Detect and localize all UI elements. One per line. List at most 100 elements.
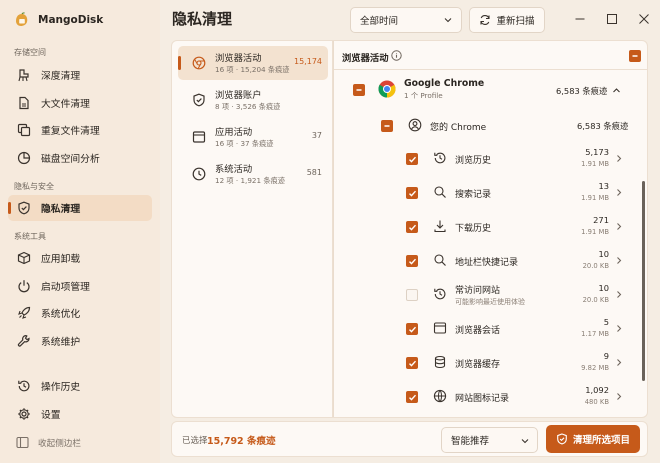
chevron-right-icon[interactable] — [615, 188, 623, 197]
category-panel: 浏览器活动 16 项 · 15,204 条痕迹 15,174 浏览器账户 8 项… — [171, 40, 333, 418]
category-name: 浏览器账户 — [215, 90, 262, 101]
chevron-right-icon[interactable] — [615, 324, 623, 333]
sidebar-item-startup[interactable]: 启动项管理 — [8, 273, 152, 299]
list-item[interactable]: 浏览历史 5,173 1.91 MB — [334, 145, 639, 173]
window-icon — [192, 131, 206, 143]
category-name: 浏览器活动 — [215, 53, 262, 64]
list-item[interactable]: 浏览器会话 5 1.17 MB — [334, 315, 639, 343]
chevron-right-icon[interactable] — [615, 358, 623, 367]
item-name: 网站图标记录 — [455, 394, 510, 404]
window-icon — [433, 322, 447, 334]
item-size: 9.82 MB — [581, 364, 609, 372]
check-icon — [408, 326, 416, 333]
sidebar-item-duplicates[interactable]: 重复文件清理 — [8, 117, 152, 143]
browser-checkbox[interactable] — [353, 84, 365, 96]
database-icon — [434, 355, 446, 369]
item-checkbox[interactable] — [406, 221, 418, 233]
chevron-right-icon[interactable] — [615, 222, 623, 231]
browser-icon — [192, 56, 206, 70]
time-filter-select[interactable]: 全部时间 — [350, 7, 462, 33]
list-item[interactable]: 浏览器缓存 9 9.82 MB — [334, 349, 639, 377]
category-name: 系统活动 — [215, 164, 253, 175]
collapse-sidebar-button[interactable]: 收起侧边栏 — [16, 436, 81, 449]
chevron-right-icon[interactable] — [615, 392, 623, 401]
item-count: 1,092 — [585, 385, 609, 395]
item-checkbox[interactable] — [406, 153, 418, 165]
list-item[interactable]: 搜索记录 13 1.91 MB — [334, 179, 639, 207]
item-checkbox[interactable] — [406, 289, 418, 301]
sidebar-item-deep-clean[interactable]: 深度清理 — [8, 62, 152, 88]
sidebar-item-optimize[interactable]: 系统优化 — [8, 300, 152, 326]
section-label-privacy: 隐私与安全 — [14, 182, 54, 191]
section-label-tools: 系统工具 — [14, 232, 46, 241]
category-browser-accounts[interactable]: 浏览器账户 8 项 · 3,526 条痕迹 — [178, 83, 328, 117]
list-item[interactable]: 网站图标记录 1,092 480 KB — [334, 383, 639, 411]
item-checkbox[interactable] — [406, 323, 418, 335]
sidebar-item-large-files[interactable]: 大文件清理 — [8, 90, 152, 116]
browser-row[interactable]: Google Chrome 1 个 Profile 6,583 条痕迹 — [334, 77, 647, 103]
maximize-button[interactable] — [605, 12, 619, 26]
category-app-activity[interactable]: 应用活动 16 项 · 37 条痕迹 37 — [178, 120, 328, 154]
list-item[interactable]: 地址栏快捷记录 10 20.0 KB — [334, 247, 639, 275]
scrollbar[interactable] — [642, 181, 645, 381]
item-size: 1.17 MB — [581, 330, 609, 338]
browser-name: Google Chrome — [404, 78, 485, 89]
shield-icon — [16, 200, 32, 216]
info-icon[interactable] — [391, 50, 402, 61]
search-icon — [434, 186, 446, 198]
sidebar-item-maintenance[interactable]: 系统维护 — [8, 328, 152, 354]
item-count: 5 — [603, 317, 609, 327]
sidebar-item-privacy-clean[interactable]: 隐私清理 — [8, 195, 152, 221]
sidebar-item-uninstall[interactable]: 应用卸载 — [8, 245, 152, 271]
sidebar-item-label: 隐私清理 — [41, 204, 81, 215]
category-browser-activity[interactable]: 浏览器活动 16 项 · 15,204 条痕迹 15,174 — [178, 46, 328, 80]
sidebar-item-label: 重复文件清理 — [41, 126, 100, 137]
profile-checkbox[interactable] — [381, 120, 393, 132]
chevron-right-icon[interactable] — [615, 256, 623, 265]
item-count: 9 — [603, 351, 609, 361]
item-name: 浏览器会话 — [455, 326, 501, 336]
item-checkbox[interactable] — [406, 255, 418, 267]
refresh-icon — [480, 15, 491, 25]
list-item[interactable]: 下载历史 271 1.91 MB — [334, 213, 639, 241]
user-icon — [408, 118, 422, 132]
item-checkbox[interactable] — [406, 391, 418, 403]
clean-selected-button[interactable]: 清理所选项目 — [546, 425, 640, 453]
power-icon — [16, 278, 32, 294]
item-checkbox[interactable] — [406, 357, 418, 369]
sidebar-item-settings[interactable]: 设置 — [8, 401, 152, 427]
list-item[interactable]: 常访问网站 可能影响最近使用体验 10 20.0 KB — [334, 281, 639, 309]
maximize-icon — [607, 14, 617, 24]
sidebar-item-disk-analysis[interactable]: 磁盘空间分析 — [8, 145, 152, 171]
item-size: 1.91 MB — [581, 194, 609, 202]
check-icon — [408, 156, 416, 163]
chevron-up-icon[interactable] — [612, 86, 621, 95]
brand: MangoDisk — [14, 10, 103, 30]
item-hint: 可能影响最近使用体验 — [455, 298, 525, 306]
category-sub: 12 项 · 1,921 条痕迹 — [215, 176, 285, 185]
item-checkbox[interactable] — [406, 187, 418, 199]
check-icon — [408, 190, 416, 197]
select-all-checkbox[interactable] — [629, 50, 641, 62]
close-button[interactable] — [637, 12, 651, 26]
sidebar-item-label: 启动项管理 — [41, 282, 90, 293]
search-icon — [434, 254, 446, 266]
minimize-button[interactable] — [573, 12, 587, 26]
item-size: 20.0 KB — [582, 262, 609, 270]
minus-icon — [632, 55, 638, 57]
file-icon — [16, 95, 32, 111]
item-count: 5,173 — [585, 147, 609, 157]
chevron-right-icon[interactable] — [615, 154, 623, 163]
sidebar-item-history[interactable]: 操作历史 — [8, 373, 152, 399]
chevron-right-icon[interactable] — [615, 290, 623, 299]
minus-icon — [356, 89, 362, 91]
browser-count: 6,583 条痕迹 — [556, 86, 608, 96]
smart-select-dropdown[interactable]: 智能推荐 — [441, 427, 538, 453]
category-system-activity[interactable]: 系统活动 12 项 · 1,921 条痕迹 581 — [178, 157, 328, 191]
rescan-button[interactable]: 重新扫描 — [469, 7, 545, 33]
wrench-icon — [16, 333, 32, 349]
item-name: 地址栏快捷记录 — [455, 258, 519, 268]
profile-row[interactable]: 您的 Chrome 6,583 条痕迹 — [334, 116, 647, 136]
sidebar-item-label: 应用卸载 — [41, 254, 81, 265]
category-count: 37 — [311, 131, 322, 140]
